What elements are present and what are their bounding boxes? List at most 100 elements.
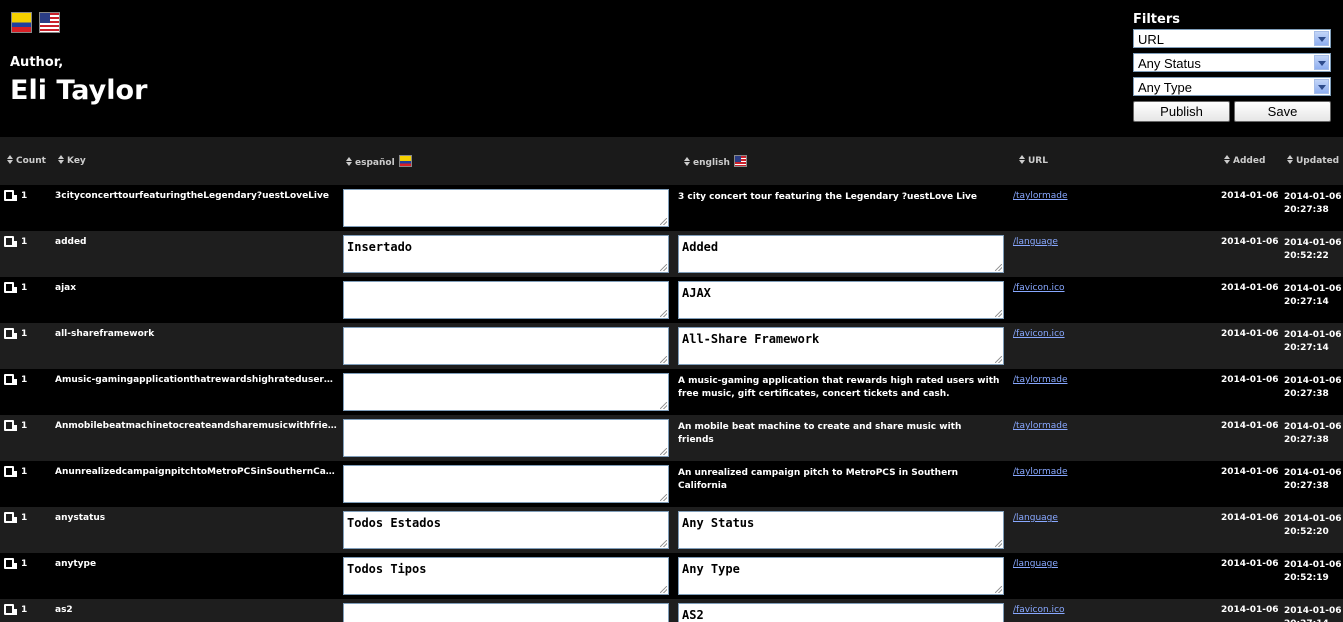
- edit-icon[interactable]: [4, 420, 17, 432]
- edit-icon[interactable]: [4, 558, 17, 570]
- updated-datetime: 2014-01-06 20:27:38: [1284, 422, 1342, 445]
- key-cell: added: [55, 237, 87, 247]
- updated-datetime: 2014-01-0620:27:14: [1284, 606, 1342, 622]
- count-cell: 1: [21, 283, 28, 293]
- spanish-translation-field[interactable]: Insertado: [343, 235, 669, 273]
- added-date: 2014-01-06: [1221, 513, 1279, 523]
- updated-datetime: 2014-01-06 20:52:19: [1284, 560, 1342, 583]
- spanish-translation-field[interactable]: [343, 189, 669, 227]
- sort-icon: [1224, 155, 1230, 164]
- url-link[interactable]: /favicon.ico: [1013, 329, 1065, 339]
- spanish-flag-icon: [398, 155, 412, 167]
- english-text: 3 city concert tour featuring the Legend…: [678, 192, 978, 202]
- spanish-translation-field[interactable]: [343, 603, 669, 622]
- key-cell: Anmobilebeatmachinetocreateandsharemusic…: [55, 421, 337, 431]
- url-filter-select[interactable]: URL: [1133, 29, 1331, 48]
- url-link[interactable]: /language: [1013, 513, 1058, 523]
- column-header-count[interactable]: Count: [7, 155, 46, 166]
- key-cell: anytype: [55, 559, 97, 569]
- table-header: Count Key español english URL Added Upda…: [0, 137, 1343, 185]
- english-text: A music-gaming application that rewards …: [678, 376, 1000, 399]
- key-cell: all-shareframework: [55, 329, 155, 339]
- table-row: 1 all-shareframework All-Share Framework/f…: [0, 323, 1343, 369]
- url-link[interactable]: /favicon.ico: [1013, 283, 1065, 293]
- english-translation-field[interactable]: Added: [678, 235, 1004, 273]
- added-date: 2014-01-06: [1221, 237, 1279, 247]
- count-cell: 1: [21, 375, 28, 385]
- count-cell: 1: [21, 605, 28, 615]
- author-name: Eli Taylor: [10, 75, 148, 106]
- column-header-key[interactable]: Key: [58, 155, 86, 166]
- key-cell: 3cityconcerttourfeaturingtheLegendary?ue…: [55, 191, 329, 201]
- english-flag-icon[interactable]: [39, 12, 60, 33]
- english-translation-field[interactable]: AJAX: [678, 281, 1004, 319]
- author-label: Author,: [10, 55, 64, 70]
- spanish-translation-field[interactable]: [343, 327, 669, 365]
- table-row: 1 3cityconcerttourfeaturingtheLegendary?u…: [0, 185, 1343, 231]
- count-cell: 1: [21, 191, 28, 201]
- table-row: 1 AnunrealizedcampaignpitchtoMetroPCSinSo…: [0, 461, 1343, 507]
- url-link[interactable]: /language: [1013, 237, 1058, 247]
- key-cell: AnunrealizedcampaignpitchtoMetroPCSinSou…: [55, 467, 337, 477]
- column-header-added[interactable]: Added: [1224, 155, 1265, 166]
- count-cell: 1: [21, 513, 28, 523]
- english-translation-field[interactable]: AS2: [678, 603, 1004, 622]
- url-link[interactable]: /taylormade: [1013, 191, 1067, 201]
- spanish-translation-field[interactable]: Todos Tipos: [343, 557, 669, 595]
- added-date: 2014-01-06: [1221, 559, 1279, 569]
- spanish-flag-icon[interactable]: [11, 12, 32, 33]
- table-row: 1 ajax AJAX/favicon.ico 2014-01-06 2014-01-0…: [0, 277, 1343, 323]
- key-cell: as2: [55, 605, 73, 615]
- edit-icon[interactable]: [4, 466, 17, 478]
- publish-button[interactable]: Publish: [1133, 101, 1230, 122]
- table-row: 1 added Insertado Added/language 2014-01-06 2…: [0, 231, 1343, 277]
- sort-icon: [1019, 155, 1025, 164]
- spanish-translation-field[interactable]: [343, 419, 669, 457]
- edit-icon[interactable]: [4, 328, 17, 340]
- url-link[interactable]: /taylormade: [1013, 375, 1067, 385]
- updated-datetime: 2014-01-06 20:52:20: [1284, 514, 1342, 537]
- column-header-updated[interactable]: Updated: [1287, 155, 1339, 166]
- count-cell: 1: [21, 329, 28, 339]
- edit-icon[interactable]: [4, 604, 17, 616]
- chevron-down-icon: [1314, 31, 1329, 46]
- spanish-translation-field[interactable]: Todos Estados: [343, 511, 669, 549]
- count-cell: 1: [21, 559, 28, 569]
- updated-datetime: 2014-01-06 20:27:38: [1284, 192, 1342, 215]
- english-translation-field[interactable]: All-Share Framework: [678, 327, 1004, 365]
- sort-icon: [7, 155, 13, 164]
- edit-icon[interactable]: [4, 190, 17, 202]
- column-header-spanish[interactable]: español: [346, 155, 412, 168]
- spanish-translation-field[interactable]: [343, 465, 669, 503]
- edit-icon[interactable]: [4, 236, 17, 248]
- table-row: 1 anytype Todos Tipos Any Type/language 2014…: [0, 553, 1343, 599]
- column-header-url[interactable]: URL: [1019, 155, 1048, 166]
- filters-title: Filters: [1133, 12, 1180, 27]
- spanish-translation-field[interactable]: [343, 373, 669, 411]
- count-cell: 1: [21, 421, 28, 431]
- edit-icon[interactable]: [4, 282, 17, 294]
- type-filter-select[interactable]: Any Type: [1133, 77, 1331, 96]
- save-button[interactable]: Save: [1234, 101, 1331, 122]
- url-link[interactable]: /taylormade: [1013, 467, 1067, 477]
- key-cell: ajax: [55, 283, 77, 293]
- translation-table-body: 1 3cityconcerttourfeaturingtheLegendary?u…: [0, 185, 1343, 622]
- table-row: 1 Amusic-gamingapplicationthatrewardshigh…: [0, 369, 1343, 415]
- english-translation-field[interactable]: Any Type: [678, 557, 1004, 595]
- url-link[interactable]: /language: [1013, 559, 1058, 569]
- added-date: 2014-01-06: [1221, 467, 1279, 477]
- added-date: 2014-01-06: [1221, 375, 1279, 385]
- url-link[interactable]: /favicon.ico: [1013, 605, 1065, 615]
- added-date: 2014-01-06: [1221, 191, 1279, 201]
- status-filter-select[interactable]: Any Status: [1133, 53, 1331, 72]
- url-link[interactable]: /taylormade: [1013, 421, 1067, 431]
- english-translation-field[interactable]: Any Status: [678, 511, 1004, 549]
- column-header-english[interactable]: english: [684, 155, 747, 168]
- table-row: 1 anystatus Todos Estados Any Status/langua…: [0, 507, 1343, 553]
- count-cell: 1: [21, 467, 28, 477]
- edit-icon[interactable]: [4, 374, 17, 386]
- added-date: 2014-01-06: [1221, 329, 1279, 339]
- chevron-down-icon: [1314, 55, 1329, 70]
- edit-icon[interactable]: [4, 512, 17, 524]
- spanish-translation-field[interactable]: [343, 281, 669, 319]
